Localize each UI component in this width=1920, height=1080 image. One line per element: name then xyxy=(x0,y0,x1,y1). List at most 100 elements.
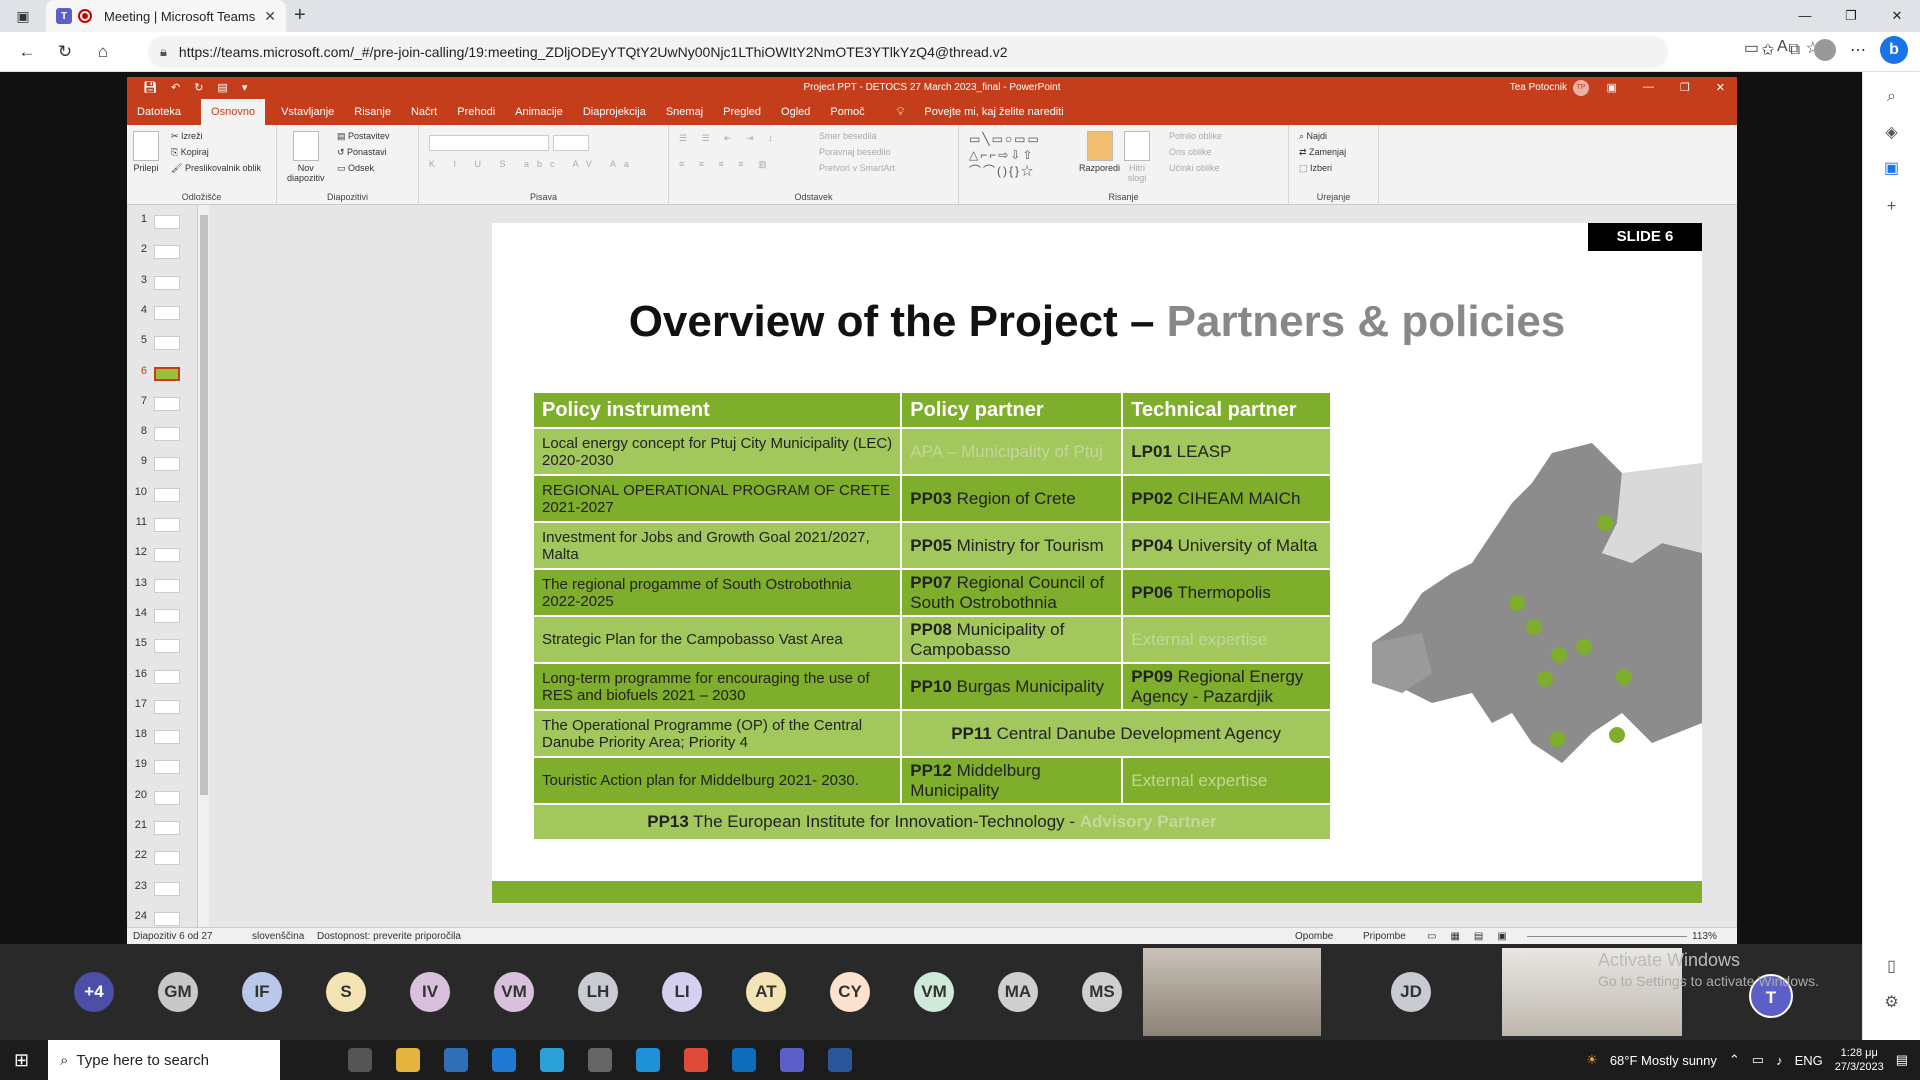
close-tab-icon[interactable]: ✕ xyxy=(264,8,276,25)
bing-icon[interactable]: b xyxy=(1880,36,1908,64)
outlook-icon[interactable]: ▣ xyxy=(1863,158,1920,178)
shapes-gallery[interactable]: ▭╲▭○▭▭ △⌐⌐⇨⇩⇧ ⌒⌒(){}☆ xyxy=(969,131,1069,179)
tab-diaprojekcija[interactable]: Diaprojekcija xyxy=(583,106,646,118)
slide-thumbnail[interactable]: 23 xyxy=(127,880,207,898)
outlook-app-icon[interactable] xyxy=(732,1048,756,1072)
settings-icon[interactable]: ⚙ xyxy=(1863,992,1920,1012)
slide-thumbnail[interactable]: 1 xyxy=(127,213,207,231)
refresh-icon[interactable]: ↻ xyxy=(46,42,84,62)
shopping-icon[interactable]: ◈ xyxy=(1863,122,1920,142)
tab-datoteka[interactable]: Datoteka xyxy=(137,106,181,118)
slide-thumbnail[interactable]: 12 xyxy=(127,546,207,564)
tab-osnovno[interactable]: Osnovno xyxy=(201,99,266,125)
teams-app-icon[interactable] xyxy=(780,1048,804,1072)
text-direction-button[interactable]: Smer besedila xyxy=(819,131,877,141)
section-button[interactable]: ▭ Odsek xyxy=(337,163,374,174)
font-format-buttons[interactable]: K I U S abc AV Aa xyxy=(429,159,637,169)
back-icon[interactable]: ← xyxy=(8,42,46,62)
slide-canvas[interactable]: SLIDE 6 Overview of the Project – Partne… xyxy=(492,223,1702,903)
participant-video-1[interactable] xyxy=(1143,948,1321,1036)
view-buttons[interactable]: ▭▦▤▣ xyxy=(1427,931,1521,942)
tab-nacrt[interactable]: Načrt xyxy=(411,106,437,118)
taskbar-search[interactable]: ⌕ Type here to search xyxy=(48,1040,280,1080)
slide-thumbnail[interactable]: 7 xyxy=(127,395,207,413)
participant-avatar[interactable]: CY xyxy=(830,972,870,1012)
zoom-level[interactable]: 113% xyxy=(1692,931,1717,942)
more-icon[interactable]: ⋯ xyxy=(1850,40,1866,60)
tray-chevron-icon[interactable]: ⌃ xyxy=(1729,1052,1740,1068)
font-name-input[interactable] xyxy=(429,135,549,151)
slide-thumbnail[interactable]: 15 xyxy=(127,637,207,655)
participant-avatar[interactable]: LH xyxy=(578,972,618,1012)
slide-thumbnail[interactable]: 16 xyxy=(127,668,207,686)
user-avatar[interactable]: TP xyxy=(1573,80,1589,96)
tab-prehodi[interactable]: Prehodi xyxy=(457,106,495,118)
slide-thumbnail[interactable]: 2 xyxy=(127,243,207,261)
participant-avatar[interactable]: S xyxy=(326,972,366,1012)
minimize-icon[interactable]: — xyxy=(1782,0,1828,32)
camera-icon[interactable]: ▭ xyxy=(1744,38,1759,58)
slide-thumbnail[interactable]: 8 xyxy=(127,425,207,443)
participant-avatar[interactable]: JD xyxy=(1391,972,1431,1012)
participant-avatar[interactable]: VM xyxy=(494,972,534,1012)
slide-thumbnail[interactable]: 10 xyxy=(127,486,207,504)
slide-thumbnail[interactable]: 9 xyxy=(127,455,207,473)
participant-avatar[interactable]: AT xyxy=(746,972,786,1012)
calculator-icon[interactable] xyxy=(588,1048,612,1072)
ppt-minimize-icon[interactable]: — xyxy=(1643,81,1654,94)
edge-icon[interactable] xyxy=(540,1048,564,1072)
cut-button[interactable]: ✂ Izreži xyxy=(171,131,203,142)
windows-start-icon[interactable]: ⊞ xyxy=(14,1050,29,1071)
shape-effects-button[interactable]: Učinki oblike xyxy=(1169,163,1220,173)
tab-snemaj[interactable]: Snemaj xyxy=(666,106,703,118)
copy-button[interactable]: ⎘ Kopiraj xyxy=(171,147,209,158)
chrome-icon[interactable] xyxy=(684,1048,708,1072)
ie-icon[interactable] xyxy=(636,1048,660,1072)
slide-thumbnail[interactable]: 11 xyxy=(127,516,207,534)
task-view-icon[interactable] xyxy=(348,1048,372,1072)
weather-text[interactable]: 68°F Mostly sunny xyxy=(1610,1053,1717,1068)
participant-avatar[interactable]: LI xyxy=(662,972,702,1012)
tab-actions-icon[interactable]: ▣ xyxy=(0,0,46,32)
collections-icon[interactable]: ⧉ xyxy=(1789,41,1800,59)
thumbnail-scroll-thumb[interactable] xyxy=(200,215,208,795)
close-window-icon[interactable]: ✕ xyxy=(1874,0,1920,32)
participant-avatar[interactable]: IV xyxy=(410,972,450,1012)
clock[interactable]: 1:28 μμ 27/3/2023 xyxy=(1835,1046,1884,1074)
participant-avatar[interactable]: IF xyxy=(242,972,282,1012)
slide-thumbnail[interactable]: 22 xyxy=(127,849,207,867)
comments-button[interactable]: Pripombe xyxy=(1363,931,1406,942)
find-button[interactable]: ⌕ Najdi xyxy=(1299,131,1327,142)
slide-thumbnail[interactable]: 14 xyxy=(127,607,207,625)
home-icon[interactable]: ⌂ xyxy=(84,42,122,62)
participant-avatar[interactable]: VM xyxy=(914,972,954,1012)
replace-button[interactable]: ⇄ Zamenjaj xyxy=(1299,147,1346,158)
profile-avatar[interactable] xyxy=(1814,39,1836,61)
notifications-icon[interactable]: ▤ xyxy=(1896,1052,1908,1068)
add-icon[interactable]: + xyxy=(1863,198,1920,216)
smartart-button[interactable]: Pretvori v SmartArt xyxy=(819,163,895,173)
slide-thumbnail[interactable]: 19 xyxy=(127,758,207,776)
mail-icon[interactable] xyxy=(492,1048,516,1072)
quick-styles-button[interactable]: Hitri slogi xyxy=(1124,131,1150,183)
select-button[interactable]: ⬚ Izberi xyxy=(1299,163,1332,174)
volume-icon[interactable]: ♪ xyxy=(1776,1053,1783,1068)
new-slide-button[interactable]: Nov diapozitiv xyxy=(287,131,325,183)
search-icon[interactable]: ⌕ xyxy=(1863,88,1920,106)
align-buttons[interactable]: ≡ ≡ ≡ ≡ ▥ xyxy=(679,159,773,170)
slide-thumbnail[interactable]: 17 xyxy=(127,698,207,716)
tell-me-search[interactable]: Povejte mi, kaj želite narediti xyxy=(924,106,1063,118)
tab-pomoc[interactable]: Pomoč xyxy=(830,106,864,118)
language-status[interactable]: slovenščina xyxy=(252,931,304,942)
slide-thumbnail[interactable]: 4 xyxy=(127,304,207,322)
accessibility-status[interactable]: Dostopnost: preverite priporočila xyxy=(317,931,461,942)
slide-thumbnail[interactable]: 20 xyxy=(127,789,207,807)
tab-risanje[interactable]: Risanje xyxy=(354,106,391,118)
language-indicator[interactable]: ENG xyxy=(1795,1053,1823,1068)
slide-thumbnail[interactable]: 24 xyxy=(127,910,207,928)
favorites-icon[interactable]: ✩ xyxy=(1761,40,1774,60)
zoom-slider[interactable] xyxy=(1527,936,1687,937)
paste-button[interactable]: Prilepi xyxy=(133,131,159,173)
shape-outline-button[interactable]: Oris oblike xyxy=(1169,147,1212,157)
network-icon[interactable]: ▭ xyxy=(1752,1052,1764,1068)
